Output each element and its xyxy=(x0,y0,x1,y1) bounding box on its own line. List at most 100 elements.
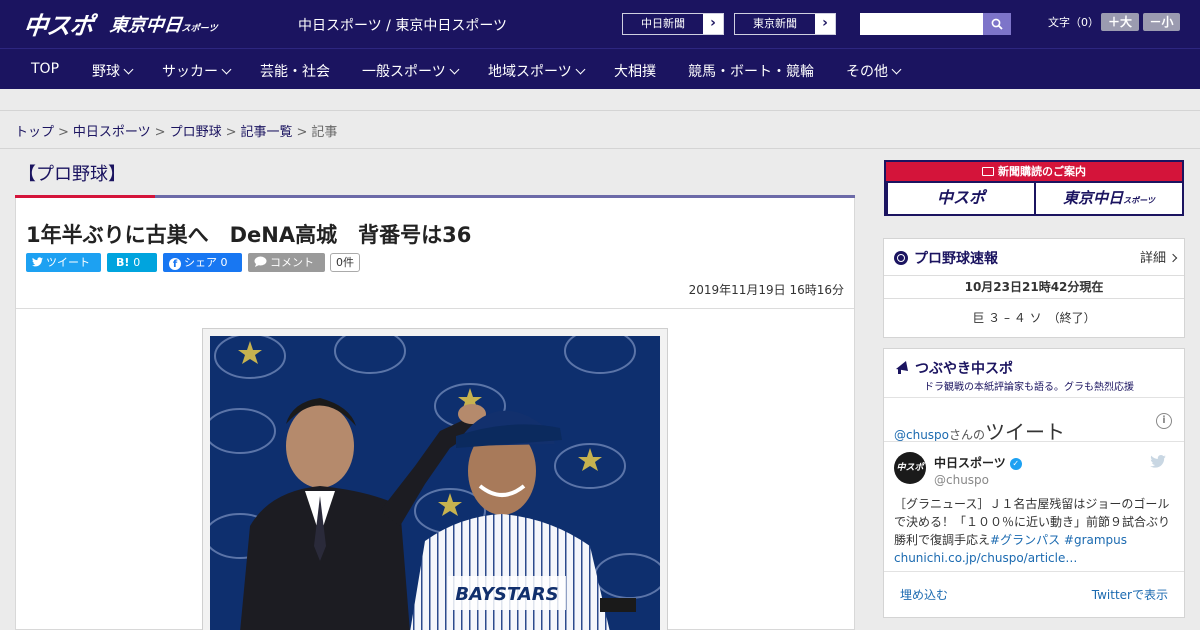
tweet-article-link[interactable]: chunichi.co.jp/chuspo/article… xyxy=(894,551,1077,565)
breadcrumb: トップ > 中日スポーツ > プロ野球 > 記事一覧 > 記事 xyxy=(15,121,337,140)
nav-item-entertainment[interactable]: 芸能・社会 xyxy=(260,61,330,81)
tweets-subtitle: ドラ観戦の本紙評論家も語る。グラも熱烈応援 xyxy=(924,382,1134,393)
scores-title-text: プロ野球速報 xyxy=(914,251,998,267)
panel-divider xyxy=(884,571,1184,572)
chevron-down-icon xyxy=(123,64,134,75)
site-names: 中日スポーツ / 東京中日スポーツ xyxy=(298,18,508,34)
subscribe-tokyo-button[interactable]: 東京中日スポーツ xyxy=(1036,183,1182,214)
view-on-twitter-link[interactable]: Twitterで表示 xyxy=(1092,586,1168,603)
tweet-author-name[interactable]: 中日スポーツ ✓ xyxy=(934,454,1022,471)
article-card: 1年半ぶりに古巣へ DeNA高城 背番号は36 ツイート B! 0 f シェア 0… xyxy=(15,198,855,630)
author-name-text: 中日スポーツ xyxy=(934,456,1006,470)
tweet-button[interactable]: ツイート xyxy=(26,253,101,272)
megaphone-icon xyxy=(896,361,908,374)
press-photo-illustration: BAYSTARS xyxy=(210,336,660,630)
subscribe-chuspo-label: 中スポ xyxy=(936,188,985,207)
chunichi-shimbun-link[interactable]: 中日新聞 › xyxy=(622,13,724,35)
twitter-bird-icon[interactable] xyxy=(1150,455,1166,468)
twitter-bird-icon xyxy=(32,257,43,267)
search-icon xyxy=(991,18,1003,30)
nav-label: 競馬・ボート・競輪 xyxy=(688,64,814,80)
divider xyxy=(16,308,854,309)
breadcrumb-article-list[interactable]: 記事一覧 xyxy=(241,125,293,140)
hashtag-link[interactable]: #グランパス xyxy=(990,533,1060,547)
timeline-user-link[interactable]: @chuspo xyxy=(894,428,949,442)
scores-timestamp-row: 10月23日21時42分現在 xyxy=(884,275,1184,299)
twitter-panel: つぶやき中スポ ドラ観戦の本紙評論家も語る。グラも熱烈応援 @chuspoさんの… xyxy=(883,348,1185,618)
gray-band xyxy=(0,89,1200,149)
tokyo-shimbun-link[interactable]: 東京新聞 › xyxy=(734,13,836,35)
tweet-author-handle[interactable]: @chuspo xyxy=(934,473,989,487)
timeline-user-suffix: さんの xyxy=(949,428,986,442)
category-title: 【プロ野球】 xyxy=(18,164,126,185)
nav-item-general-sports[interactable]: 一般スポーツ xyxy=(362,61,460,81)
article-photo[interactable]: BAYSTARS xyxy=(210,336,660,630)
font-increase-button[interactable]: ＋大 xyxy=(1101,13,1139,31)
panel-divider xyxy=(884,397,1184,398)
scores-detail-label: 詳細 xyxy=(1139,251,1166,266)
font-decrease-button[interactable]: －小 xyxy=(1143,13,1180,31)
comment-label: コメント xyxy=(270,256,314,269)
baseball-scores-panel: プロ野球速報 詳細 10月23日21時42分現在 巨 ３ – ４ ソ （終了） xyxy=(883,238,1185,338)
chunichi-shimbun-label: 中日新聞 xyxy=(623,14,703,34)
chevron-right-icon: › xyxy=(822,15,828,31)
hatena-label: B! xyxy=(116,256,130,269)
breadcrumb-pro-baseball[interactable]: プロ野球 xyxy=(170,125,222,140)
breadcrumb-top[interactable]: トップ xyxy=(15,125,54,140)
nav-item-top[interactable]: TOP xyxy=(31,61,59,77)
chuspo-logo[interactable]: 中スポ xyxy=(22,6,95,41)
scores-timestamp: 10月23日21時42分現在 xyxy=(964,280,1104,294)
chevron-down-icon xyxy=(449,64,460,75)
article-photo-frame: BAYSTARS xyxy=(202,328,668,630)
chevron-down-icon xyxy=(221,64,232,75)
search-input[interactable] xyxy=(860,13,984,35)
breadcrumb-chunichi-sports[interactable]: 中日スポーツ xyxy=(73,125,151,140)
tokyo-chunichi-logo[interactable]: 東京中日スポーツ xyxy=(109,11,220,37)
comment-button[interactable]: コメント xyxy=(248,253,325,272)
nav-item-other[interactable]: その他 xyxy=(846,61,902,81)
speech-bubble-icon xyxy=(254,256,267,267)
nav-label: 地域スポーツ xyxy=(488,64,572,80)
nav-item-sumo[interactable]: 大相撲 xyxy=(614,61,656,81)
nav-label: 一般スポーツ xyxy=(362,64,446,80)
breadcrumb-separator: > xyxy=(154,125,166,140)
game-result[interactable]: 巨 ３ – ４ ソ （終了） xyxy=(884,309,1184,326)
tweets-title-text: つぶやき中スポ xyxy=(915,361,1013,377)
search-button[interactable] xyxy=(983,13,1011,35)
nav-label: 大相撲 xyxy=(614,64,656,80)
nav-label: その他 xyxy=(846,64,888,80)
newspaper-icon xyxy=(982,167,994,176)
main-nav: TOP 野球 サッカー 芸能・社会 一般スポーツ 地域スポーツ 大相撲 競馬・ボ… xyxy=(0,48,1200,89)
subscription-banner[interactable]: 新聞購読のご案内 中スポ 東京中日スポーツ xyxy=(884,160,1184,216)
nav-label: 芸能・社会 xyxy=(260,64,330,80)
subscribe-tokyo-label: 東京中日 xyxy=(1063,189,1124,207)
hashtag-link[interactable]: #grampus xyxy=(1064,533,1127,547)
hatena-count: 0 xyxy=(133,256,141,269)
subscribe-tokyo-small: スポーツ xyxy=(1123,196,1155,205)
breadcrumb-current: 記事 xyxy=(311,125,338,140)
divider xyxy=(0,110,1200,111)
tokyo-shimbun-label: 東京新聞 xyxy=(735,14,815,34)
top-header: 中スポ 東京中日スポーツ 中日スポーツ / 東京中日スポーツ 中日新聞 › 東京… xyxy=(0,0,1200,48)
tweet-label: ツイート xyxy=(46,256,90,269)
nav-item-regional-sports[interactable]: 地域スポーツ xyxy=(488,61,586,81)
chevron-right-icon: › xyxy=(710,15,716,31)
nav-item-racing[interactable]: 競馬・ボート・競輪 xyxy=(688,61,814,81)
subscribe-chuspo-button[interactable]: 中スポ xyxy=(888,183,1034,214)
nav-item-soccer[interactable]: サッカー xyxy=(162,61,232,81)
verified-badge-icon: ✓ xyxy=(1009,458,1022,470)
scores-detail-link[interactable]: 詳細 xyxy=(1139,247,1178,266)
avatar[interactable]: 中スポ xyxy=(894,452,926,484)
nav-label: 野球 xyxy=(92,64,120,80)
chevron-down-icon xyxy=(891,64,902,75)
nav-label: TOP xyxy=(31,61,60,77)
embed-link[interactable]: 埋め込む xyxy=(900,586,948,603)
info-icon[interactable]: i xyxy=(1156,413,1172,429)
hatena-bookmark-button[interactable]: B! 0 xyxy=(107,253,157,272)
subscription-strip: 新聞購読のご案内 xyxy=(886,162,1182,181)
nav-item-baseball[interactable]: 野球 xyxy=(92,61,134,81)
scores-title: プロ野球速報 xyxy=(894,248,998,268)
facebook-share-button[interactable]: f シェア 0 xyxy=(163,253,242,272)
facebook-icon: f xyxy=(169,258,181,270)
baseball-icon xyxy=(894,251,908,265)
